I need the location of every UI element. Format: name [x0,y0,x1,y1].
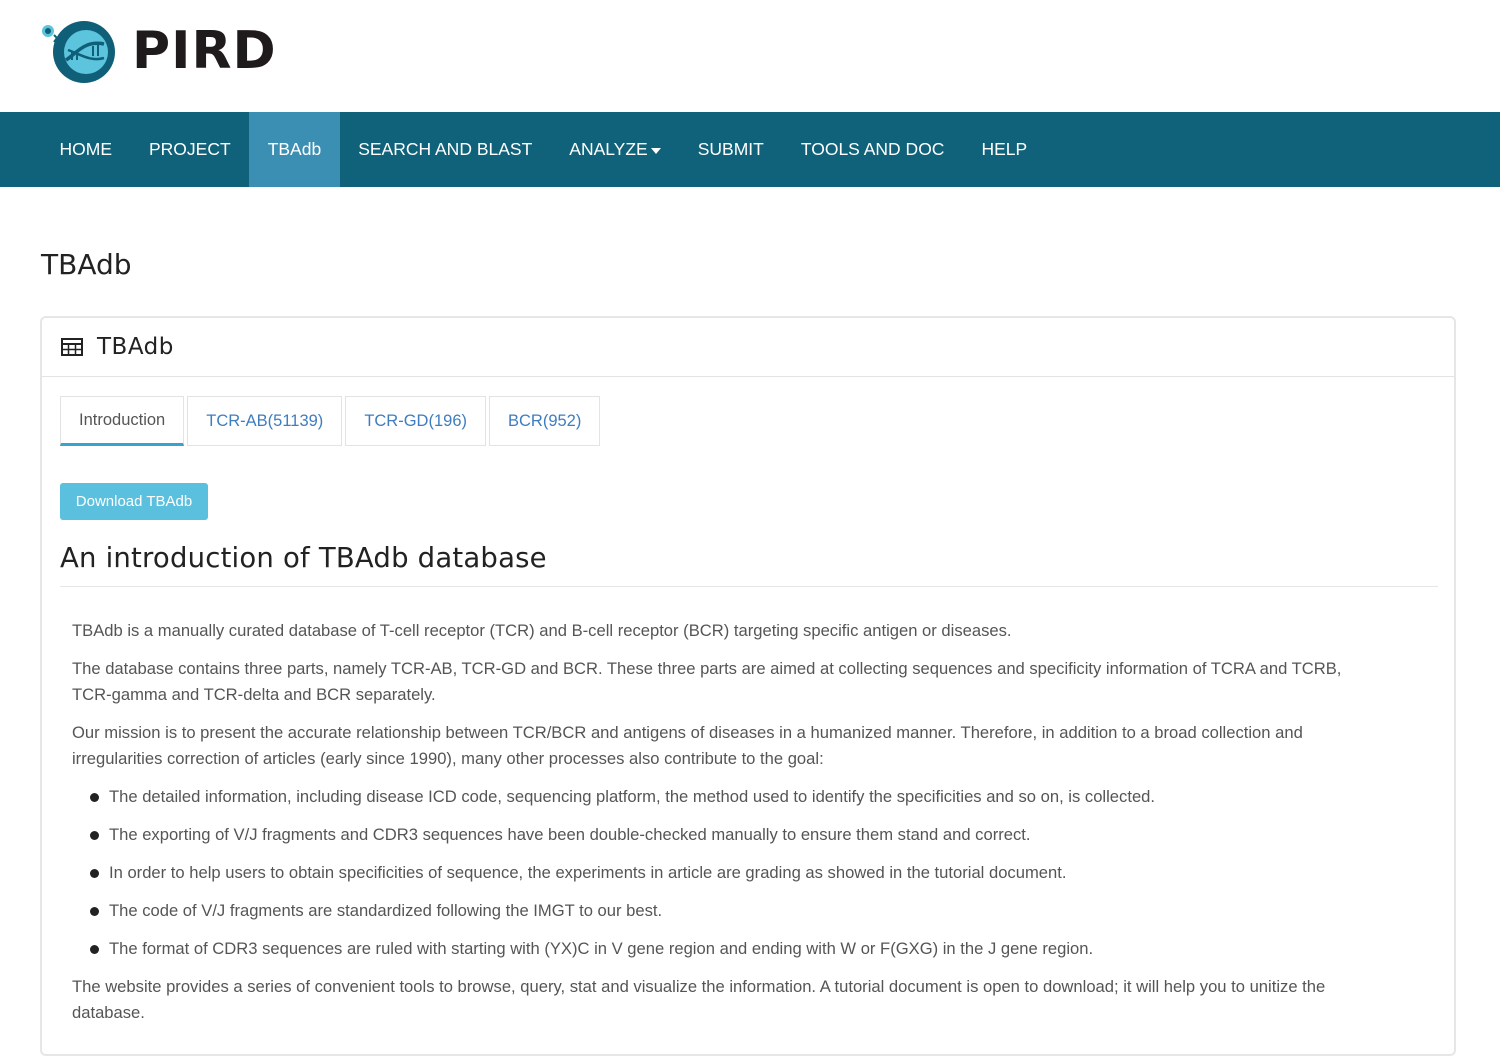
logo[interactable]: PIRD [40,18,277,84]
list-item: The code of V/J fragments are standardiz… [72,898,1382,924]
list-item: The exporting of V/J fragments and CDR3 … [72,822,1382,848]
list-item: The format of CDR3 sequences are ruled w… [72,936,1382,962]
nav-analyze-dropdown[interactable]: ANALYZE [551,112,679,187]
nav-project[interactable]: PROJECT [131,112,250,187]
intro-paragraph: The database contains three parts, namel… [72,659,1342,704]
panel-heading: TBAdb [42,318,1454,377]
nav-home[interactable]: HOME [41,112,131,187]
download-tbadb-button[interactable]: Download TBAdb [60,483,208,520]
list-item: In order to help users to obtain specifi… [72,860,1382,886]
nav-project-label: PROJECT [149,139,231,159]
intro-paragraph: Our mission is to present the accurate r… [72,723,1303,768]
tab-bar: Introduction TCR-AB(51139) TCR-GD(196) B… [60,396,603,446]
closing-paragraph: The website provides a series of conveni… [72,977,1326,1022]
tab-tcr-ab[interactable]: TCR-AB(51139) [187,396,343,446]
main-navbar: HOME PROJECT TBAdb SEARCH AND BLAST ANAL… [0,112,1500,187]
tab-introduction-label: Introduction [79,410,166,429]
nav-tools-and-doc-label: TOOLS AND DOC [800,139,945,159]
intro-content: TBAdb is a manually curated database of … [72,618,1382,1038]
nav-submit[interactable]: SUBMIT [679,112,782,187]
bullet-icon [90,793,99,802]
nav-tbadb-label: TBAdb [267,139,322,159]
nav-submit-label: SUBMIT [697,139,764,159]
nav-analyze-label: ANALYZE [569,139,648,159]
bullet-icon [90,907,99,916]
nav-home-label: HOME [59,139,113,159]
list-item: The detailed information, including dise… [72,784,1382,810]
nav-help-label: HELP [981,139,1028,159]
bullet-icon [90,831,99,840]
list-item-text: The exporting of V/J fragments and CDR3 … [109,825,1031,844]
section-divider [60,586,1438,587]
bullet-icon [90,945,99,954]
tab-tcr-gd-label: TCR-GD(196) [364,411,467,430]
tbadb-panel: TBAdb Introduction TCR-AB(51139) TCR-GD(… [40,316,1456,1056]
nav-search-and-blast-label: SEARCH AND BLAST [358,139,533,159]
table-icon [61,338,83,356]
caret-down-icon [650,148,661,154]
list-item-text: The code of V/J fragments are standardiz… [109,901,663,920]
list-item-text: The format of CDR3 sequences are ruled w… [109,939,1094,958]
tab-bcr-label: BCR(952) [508,411,582,430]
nav-search-and-blast[interactable]: SEARCH AND BLAST [340,112,551,187]
site-header: PIRD [0,0,1500,112]
brand-name: PIRD [132,21,277,81]
tab-introduction[interactable]: Introduction [60,396,185,446]
intro-paragraph: TBAdb is a manually curated database of … [72,621,1012,640]
dna-globe-icon [40,18,116,84]
panel-title: TBAdb [97,334,174,360]
goal-list: The detailed information, including dise… [72,784,1382,962]
bullet-icon [90,869,99,878]
list-item-text: In order to help users to obtain specifi… [109,863,1067,882]
nav-tbadb[interactable]: TBAdb [249,112,340,187]
nav-help[interactable]: HELP [963,112,1046,187]
tab-tcr-ab-label: TCR-AB(51139) [206,411,324,430]
page-title: TBAdb [41,248,132,281]
list-item-text: The detailed information, including dise… [109,787,1156,806]
tab-bcr[interactable]: BCR(952) [489,396,601,446]
nav-tools-and-doc[interactable]: TOOLS AND DOC [782,112,963,187]
tab-tcr-gd[interactable]: TCR-GD(196) [345,396,486,446]
section-title: An introduction of TBAdb database [60,542,547,574]
